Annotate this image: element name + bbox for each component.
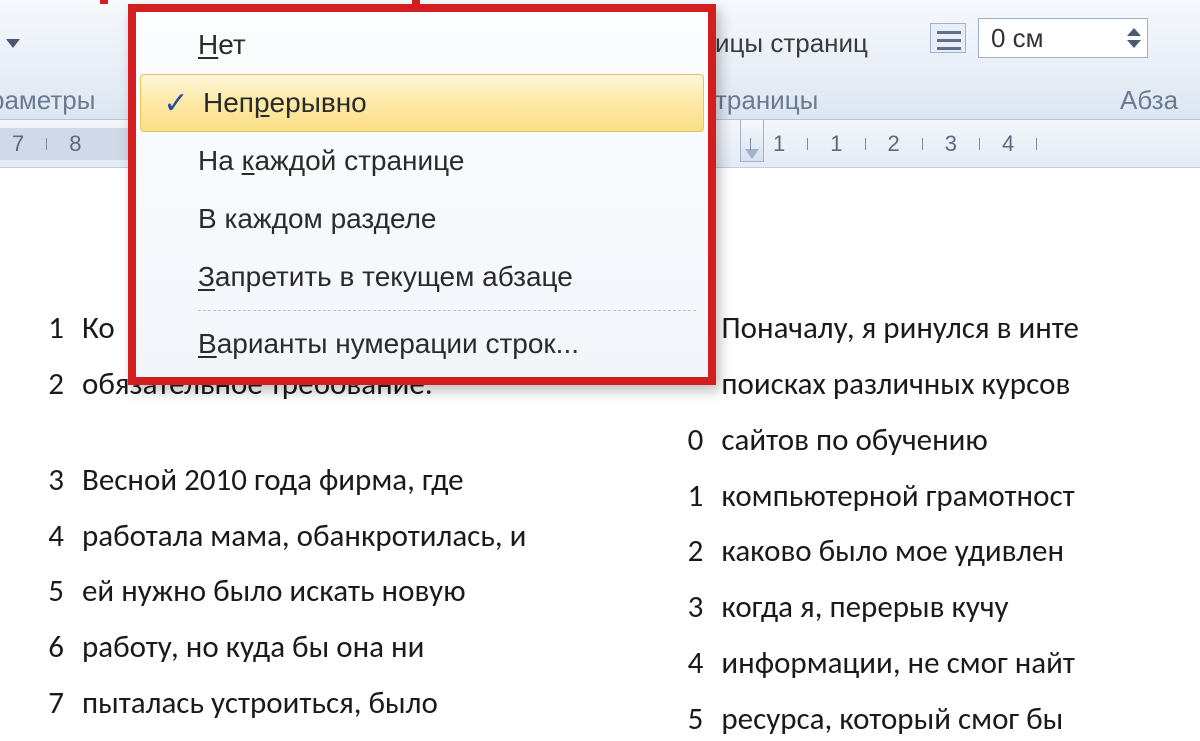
check-icon: ✓ — [149, 86, 203, 121]
text-line[interactable]: 3 когда я, перерыв кучу — [649, 587, 1180, 629]
line-text: поисках различных курсов — [721, 364, 1180, 406]
text-line[interactable]: 5 ей нужно было искать новую — [10, 571, 609, 613]
line-number: 4 — [10, 516, 64, 558]
menu-item-each-section[interactable]: В каждом разделе — [136, 190, 708, 248]
text-line[interactable]: 7 пыталась устроиться, было — [10, 683, 609, 725]
line-number: 5 — [10, 571, 64, 613]
line-number: 7 — [10, 683, 64, 725]
menu-item-options[interactable]: Варианты нумерации строк... — [136, 315, 708, 373]
line-text: Весной 2010 года фирма, где — [82, 460, 609, 502]
line-text: каково было мое удивлен — [721, 531, 1180, 573]
line-text: работала мама, обанкротилась, и — [82, 516, 609, 558]
ribbon-button-trunc[interactable]: ки — [0, 28, 20, 59]
menu-item-none[interactable]: Нет — [136, 16, 708, 74]
text-line[interactable]: поисках различных курсов — [649, 364, 1180, 406]
menu-separator — [198, 310, 696, 311]
line-text: работу, но куда бы она ни — [82, 627, 609, 669]
ribbon-label: ицы страниц — [715, 28, 868, 59]
spin-buttons[interactable] — [1127, 28, 1141, 48]
ribbon-group-label: траницы — [715, 85, 818, 116]
ribbon-group-label: Абза — [1120, 85, 1178, 116]
menu-item-suppress[interactable]: Запретить в текущем абзаце — [136, 248, 708, 306]
column-right: 3Поначалу, я ринулся в интепоисках разли… — [649, 308, 1200, 720]
ribbon-button-page-borders[interactable]: ицы страниц — [715, 28, 868, 59]
line-number: 1 — [649, 476, 703, 518]
indent-value: 0 см — [991, 23, 1044, 54]
ribbon-group-label: раметры — [0, 85, 95, 116]
line-text: сайтов по обучению — [721, 420, 1180, 462]
line-number: 6 — [10, 627, 64, 669]
text-line[interactable]: 4 информации, не смог найт — [649, 643, 1180, 685]
line-number: 3 — [649, 587, 703, 629]
text-line[interactable]: 1 компьютерной грамотност — [649, 476, 1180, 518]
line-text: ей нужно было искать новую — [82, 571, 609, 613]
line-number: 1 — [10, 308, 64, 350]
ruler-positive: 1 12 3 4 — [740, 128, 1047, 160]
chevron-down-icon[interactable] — [1127, 40, 1141, 48]
line-text: информации, не смог найт — [721, 643, 1180, 685]
line-number: 3 — [10, 460, 64, 502]
text-line[interactable]: 4 работала мама, обанкротилась, и — [10, 516, 609, 558]
chevron-down-icon — [6, 39, 20, 48]
chevron-up-icon[interactable] — [1127, 28, 1141, 36]
menu-source-highlight — [100, 0, 420, 4]
line-number: 4 — [649, 643, 703, 685]
line-text: пыталась устроиться, было — [82, 683, 609, 725]
indent-left-control: 0 см — [930, 18, 1148, 58]
text-line[interactable]: 0 сайтов по обучению — [649, 420, 1180, 462]
text-line[interactable]: 2 каково было мое удивлен — [649, 531, 1180, 573]
line-number: 2 — [10, 364, 64, 406]
line-number: 2 — [649, 531, 703, 573]
line-number: 0 — [649, 420, 703, 462]
text-line[interactable]: 3Поначалу, я ринулся в инте — [649, 308, 1180, 350]
menu-item-each-page[interactable]: На каждой странице — [136, 132, 708, 190]
menu-item-continuous[interactable]: ✓ Непрерывно — [140, 74, 704, 132]
text-line[interactable]: 3 Весной 2010 года фирма, где — [10, 460, 609, 502]
line-text: когда я, перерыв кучу — [721, 587, 1180, 629]
line-numbers-menu: Нет ✓ Непрерывно На каждой странице В ка… — [128, 4, 716, 385]
indent-left-icon — [930, 23, 966, 53]
line-text: компьютерной грамотност — [721, 476, 1180, 518]
line-text: Поначалу, я ринулся в инте — [721, 308, 1180, 350]
text-line[interactable]: 6 работу, но куда бы она ни — [10, 627, 609, 669]
indent-left-field[interactable]: 0 см — [978, 18, 1148, 58]
